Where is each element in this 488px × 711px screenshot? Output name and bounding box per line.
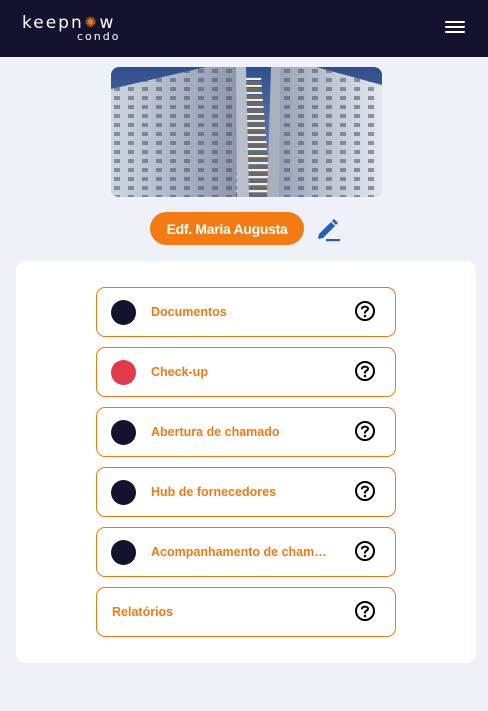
question-circle-icon[interactable] <box>354 540 376 562</box>
status-dot <box>111 540 136 565</box>
question-circle-icon[interactable] <box>354 600 376 622</box>
status-dot <box>111 360 136 385</box>
building-photo <box>111 67 382 197</box>
menu-item-label: Hub de fornecedores <box>151 485 277 499</box>
building-name-badge: Edf. Maria Augusta <box>150 212 304 245</box>
menu-item-label: Check-up <box>151 365 208 379</box>
menu-item-label: Relatórios <box>112 605 174 619</box>
question-circle-icon[interactable] <box>354 420 376 442</box>
logo-subtitle: condo <box>77 30 121 43</box>
status-dot <box>111 420 136 445</box>
logo-text-left: keepn <box>22 13 84 33</box>
app-header: keepn ✺ w condo <box>0 0 488 57</box>
menu-item[interactable]: Relatórios <box>96 587 396 637</box>
menu-item-label: Acompanhamento de chamados <box>151 545 331 559</box>
menu-item[interactable]: Acompanhamento de chamados <box>96 527 396 577</box>
edit-building-pencil-icon[interactable] <box>314 216 342 242</box>
hamburger-menu-icon[interactable] <box>441 17 469 39</box>
menu-item[interactable]: Check-up <box>96 347 396 397</box>
status-dot <box>111 480 136 505</box>
menu-item[interactable]: Documentos <box>96 287 396 337</box>
question-circle-icon[interactable] <box>354 300 376 322</box>
menu-item-label: Abertura de chamado <box>151 425 280 439</box>
question-circle-icon[interactable] <box>354 360 376 382</box>
keepnow-logo: keepn ✺ w condo <box>22 13 118 43</box>
status-dot <box>111 300 136 325</box>
menu-item[interactable]: Abertura de chamado <box>96 407 396 457</box>
question-circle-icon[interactable] <box>354 480 376 502</box>
menu-item-label: Documentos <box>151 305 227 319</box>
menu-item[interactable]: Hub de fornecedores <box>96 467 396 517</box>
